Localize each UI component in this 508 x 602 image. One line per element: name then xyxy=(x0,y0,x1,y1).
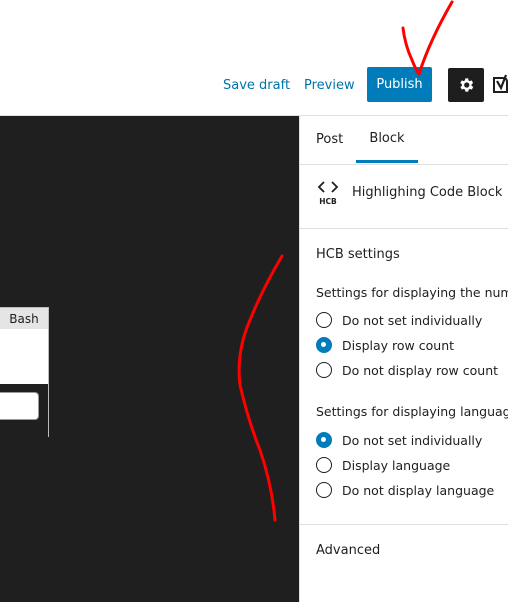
block-title: Highlighing Code Block xyxy=(352,185,503,200)
radio-button-selected[interactable] xyxy=(316,337,332,353)
settings-button[interactable] xyxy=(448,68,484,102)
row-numbers-setting-label: Settings for displaying the numbe xyxy=(316,285,508,300)
publish-button[interactable]: Publish xyxy=(367,67,432,102)
publish-label: Publish xyxy=(376,77,423,92)
radio-button[interactable] xyxy=(316,362,332,378)
yoast-button[interactable] xyxy=(491,72,508,98)
tab-post[interactable]: Post xyxy=(316,116,343,163)
tab-block[interactable]: Block xyxy=(356,116,418,163)
radio-button[interactable] xyxy=(316,312,332,328)
code-block[interactable]: Bash xyxy=(0,307,49,437)
editor-header: Save draft Preview Publish xyxy=(0,0,508,116)
radio-button-selected[interactable] xyxy=(316,432,332,448)
tab-post-label: Post xyxy=(316,132,344,147)
language-setting-label: Settings for displaying language n xyxy=(316,404,508,419)
panel-divider xyxy=(300,524,508,525)
code-brackets-icon: HCB xyxy=(317,181,339,206)
radio-button[interactable] xyxy=(316,482,332,498)
radio-label: Do not set individually xyxy=(342,432,483,448)
save-draft-button[interactable]: Save draft xyxy=(223,78,290,93)
radio-row-numbers-display[interactable]: Display row count xyxy=(316,335,454,355)
radio-language-hide[interactable]: Do not display language xyxy=(316,480,494,500)
sidebar-tabs: Post Block xyxy=(300,116,508,165)
radio-label: Display language xyxy=(342,457,451,473)
radio-language-default[interactable]: Do not set individually xyxy=(316,430,482,450)
editor-canvas[interactable]: Bash xyxy=(0,116,299,602)
preview-button[interactable]: Preview xyxy=(304,78,355,93)
gear-icon xyxy=(460,78,474,92)
radio-label: Do not set individually xyxy=(342,312,483,328)
radio-button[interactable] xyxy=(316,457,332,473)
yoast-icon xyxy=(493,74,508,93)
code-language-tab: Bash xyxy=(0,308,48,329)
settings-sidebar: Post Block HCB Highlighing Code Block HC… xyxy=(299,116,508,602)
radio-label: Do not display language xyxy=(342,482,495,498)
radio-language-display[interactable]: Display language xyxy=(316,455,450,475)
radio-row-numbers-hide[interactable]: Do not display row count xyxy=(316,360,498,380)
tab-block-label: Block xyxy=(369,130,405,146)
radio-row-numbers-default[interactable]: Do not set individually xyxy=(316,310,482,330)
radio-label: Do not display row count xyxy=(342,362,499,378)
hcb-settings-panel-title[interactable]: HCB settings xyxy=(316,247,400,262)
advanced-panel-title[interactable]: Advanced xyxy=(316,543,380,558)
radio-label: Display row count xyxy=(342,337,455,353)
code-input[interactable] xyxy=(0,392,39,420)
hcb-icon-text: HCB xyxy=(319,197,337,206)
